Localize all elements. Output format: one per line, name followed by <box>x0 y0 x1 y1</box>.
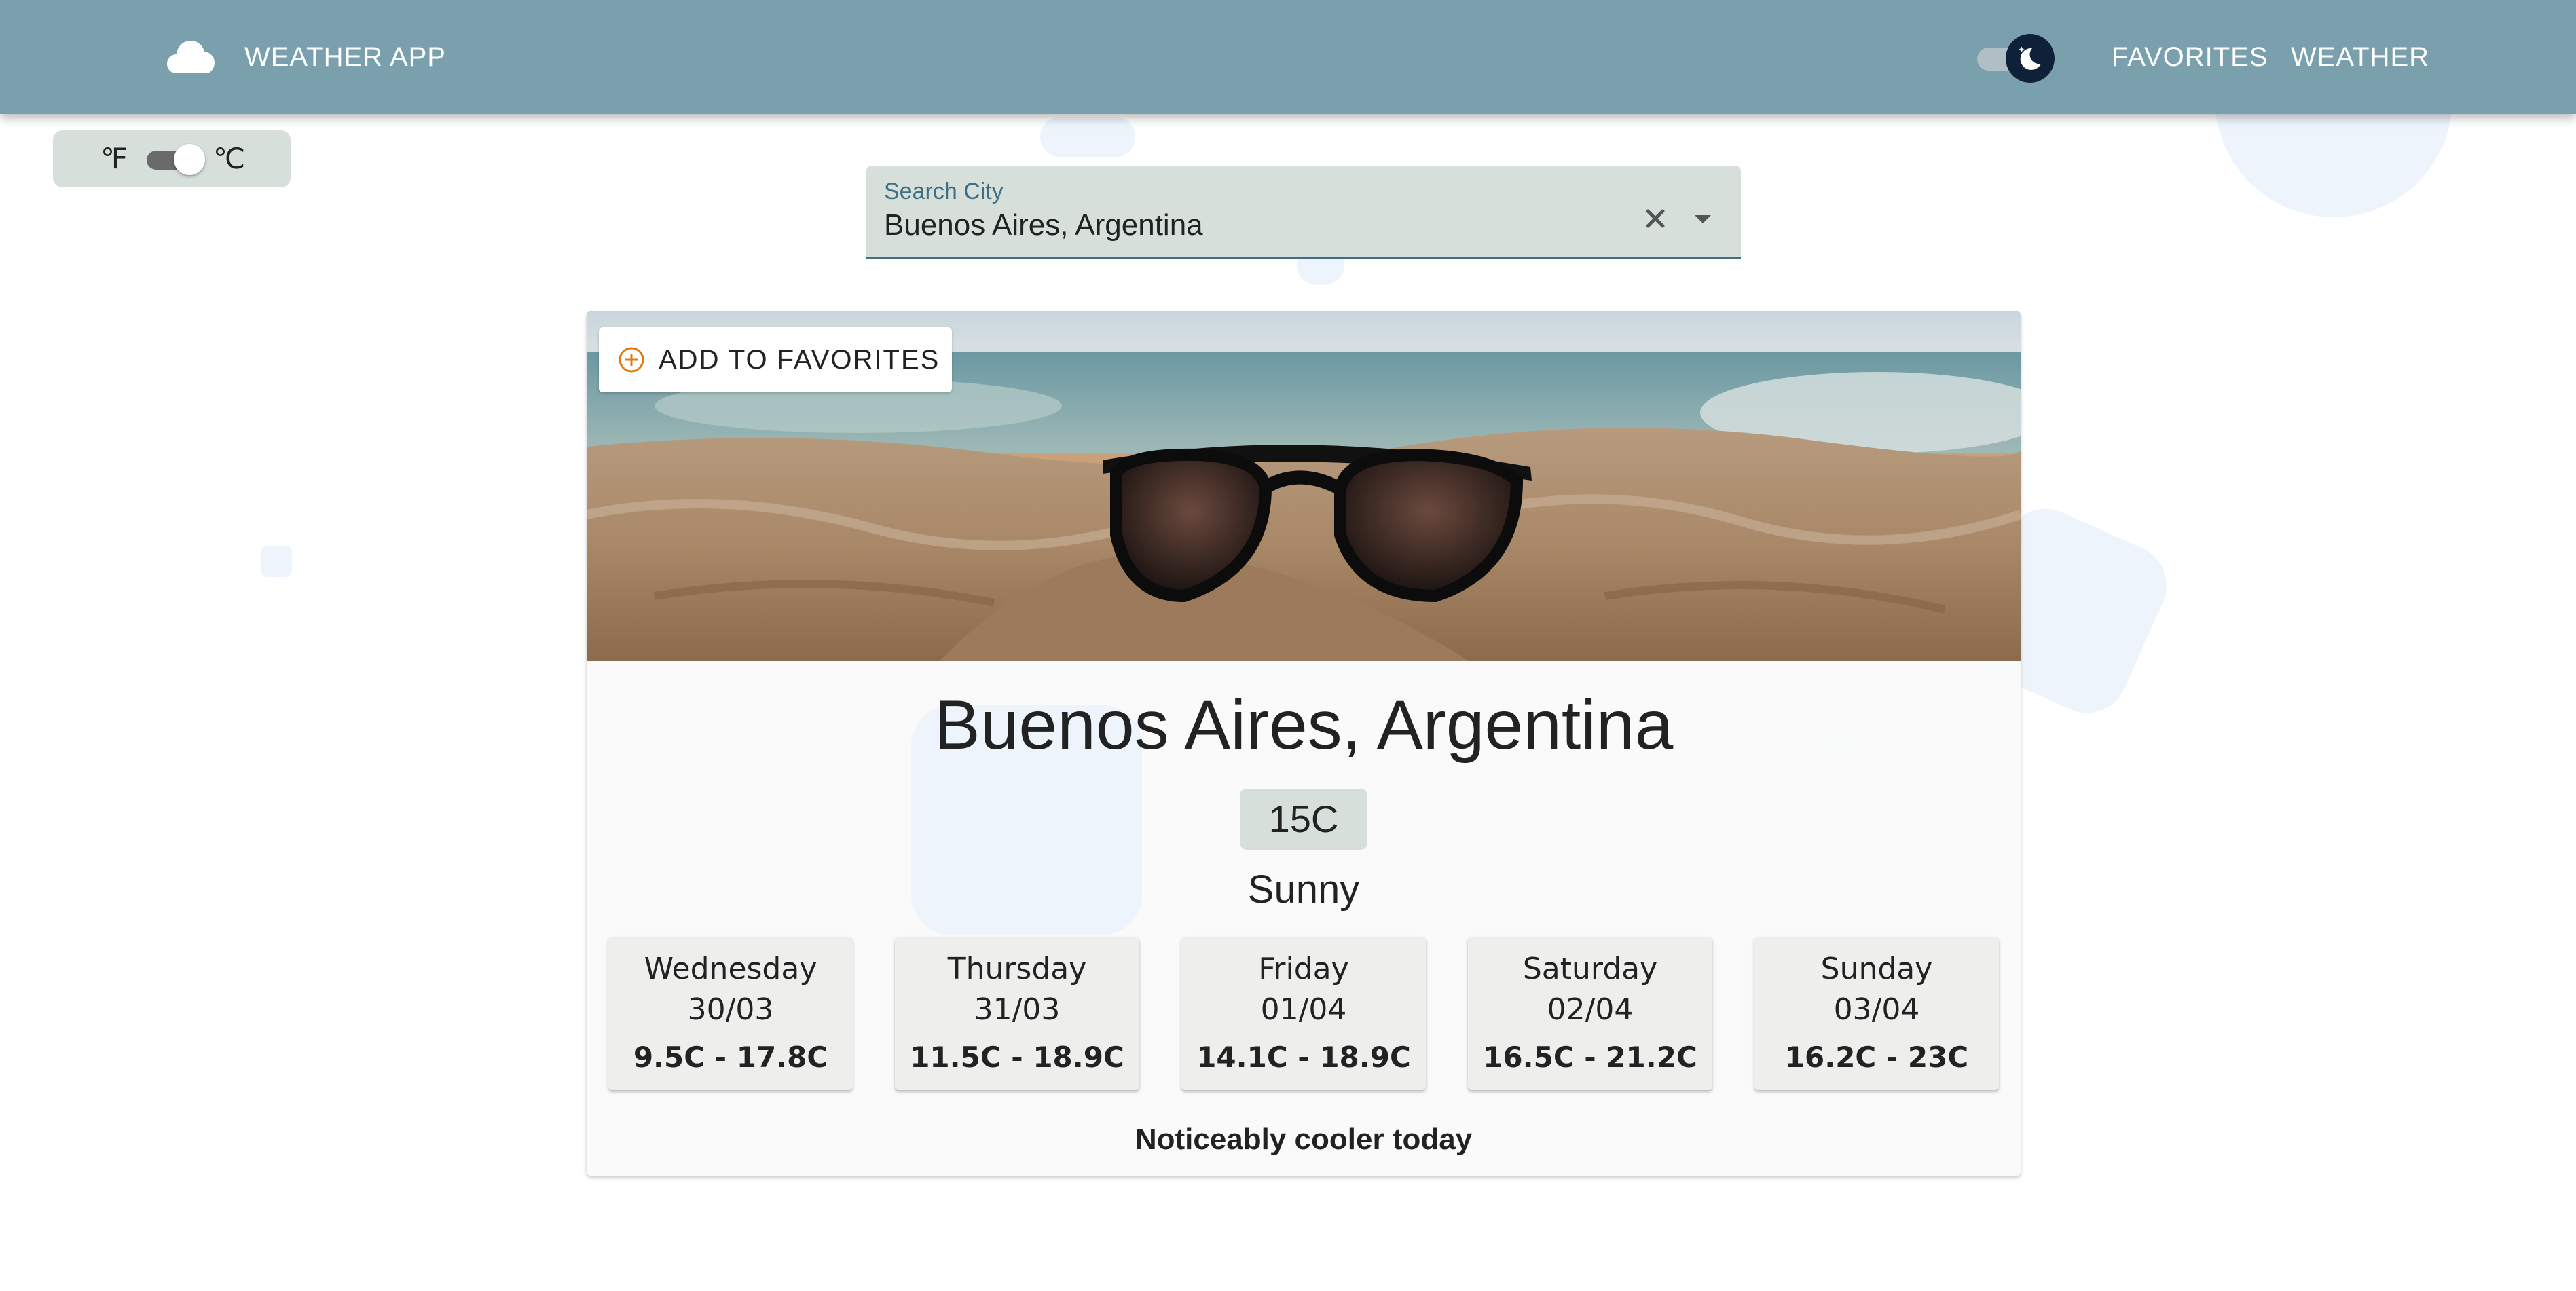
forecast-day-card[interactable]: Thursday 31/03 11.5C - 18.9C <box>895 937 1139 1090</box>
weather-condition: Sunny <box>1247 867 1360 912</box>
forecast-day-name: Friday <box>1258 952 1349 986</box>
forecast-date: 03/04 <box>1833 992 1920 1027</box>
forecast-temp-range: 16.5C - 21.2C <box>1483 1041 1697 1074</box>
search-label: Search City <box>884 179 1004 204</box>
app-title: WEATHER APP <box>244 42 446 72</box>
forecast-date: 01/04 <box>1260 992 1347 1027</box>
unit-toggle-switch[interactable] <box>145 144 208 175</box>
forecast-date: 31/03 <box>974 992 1061 1027</box>
theme-toggle[interactable] <box>1974 34 2055 83</box>
open-dropdown-button[interactable] <box>1684 200 1722 238</box>
arrow-drop-down-icon <box>1695 215 1711 223</box>
nav-link-favorites[interactable]: FAVORITES <box>2112 38 2268 76</box>
forecast-day-card[interactable]: Saturday 02/04 16.5C - 21.2C <box>1468 937 1712 1090</box>
fahrenheit-label: ℉ <box>100 143 128 174</box>
weather-summary: Noticeably cooler today <box>1135 1123 1473 1156</box>
forecast-temp-range: 16.2C - 23C <box>1784 1041 1969 1074</box>
search-city-field: Search City <box>866 166 1741 259</box>
theme-toggle-thumb <box>2006 34 2055 83</box>
add-to-favorites-label: ADD TO FAVORITES <box>659 345 940 375</box>
forecast-temp-range: 11.5C - 18.9C <box>910 1041 1124 1074</box>
clear-search-button[interactable] <box>1636 200 1674 238</box>
add-to-favorites-button[interactable]: ADD TO FAVORITES <box>599 327 952 392</box>
forecast-row: Wednesday 30/03 9.5C - 17.8C Thursday 31… <box>608 937 2000 1090</box>
forecast-day-card[interactable]: Wednesday 30/03 9.5C - 17.8C <box>608 937 853 1090</box>
forecast-day-name: Wednesday <box>644 952 817 986</box>
background-blob <box>1040 117 1135 157</box>
forecast-day-name: Saturday <box>1522 952 1658 986</box>
celsius-label: ℃ <box>213 143 246 174</box>
forecast-day-name: Thursday <box>947 952 1087 986</box>
background-blob <box>261 546 292 577</box>
forecast-date: 30/03 <box>687 992 774 1027</box>
forecast-day-name: Sunday <box>1820 952 1933 986</box>
forecast-day-card[interactable]: Sunday 03/04 16.2C - 23C <box>1754 937 1999 1090</box>
city-title: Buenos Aires, Argentina <box>934 686 1674 764</box>
forecast-day-card[interactable]: Friday 01/04 14.1C - 18.9C <box>1181 937 1426 1090</box>
add-circle-outline-icon <box>619 347 644 373</box>
close-icon <box>1646 209 1665 228</box>
cloud-icon <box>167 41 215 73</box>
current-temperature: 15C <box>1240 789 1367 850</box>
app-bar: WEATHER APP FAVORITES WEATHER <box>0 0 2576 114</box>
forecast-temp-range: 9.5C - 17.8C <box>633 1041 828 1074</box>
weather-card: ADD TO FAVORITES Buenos Aires, Argentina… <box>587 311 2021 1176</box>
forecast-temp-range: 14.1C - 18.9C <box>1196 1041 1411 1074</box>
forecast-date: 02/04 <box>1547 992 1634 1027</box>
unit-switch-chip: ℉ ℃ <box>53 130 291 187</box>
moon-icon <box>2019 46 2041 70</box>
unit-toggle-thumb <box>174 144 205 175</box>
search-input[interactable] <box>884 206 1604 244</box>
nav-link-weather[interactable]: WEATHER <box>2291 38 2429 76</box>
